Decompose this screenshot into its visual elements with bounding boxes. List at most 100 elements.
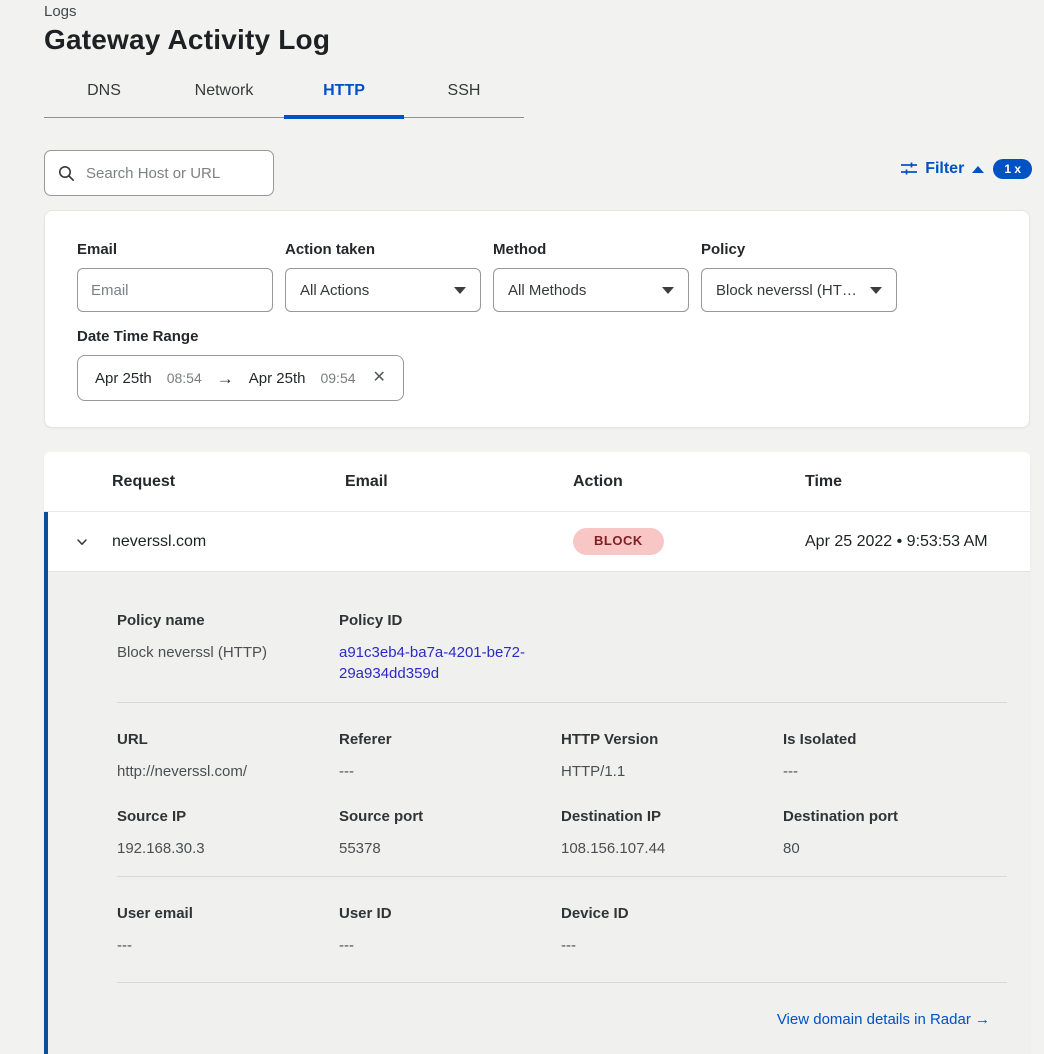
user-id-value: --- (339, 935, 561, 956)
destination-port-cell: Destination port 80 (783, 808, 1005, 859)
policy-name-label: Policy name (117, 612, 339, 629)
view-radar-link[interactable]: View domain details in Radar → (777, 1011, 990, 1028)
referer-value: --- (339, 761, 561, 782)
email-filter-input[interactable] (77, 268, 273, 312)
source-ip-label: Source IP (117, 808, 339, 825)
row-details-panel: Policy name Block neverssl (HTTP) Policy… (48, 572, 1030, 1054)
arrow-right-icon: → (217, 370, 234, 387)
search-box[interactable] (44, 150, 274, 196)
column-header-request: Request (112, 473, 345, 491)
policy-section: Policy name Block neverssl (HTTP) Policy… (117, 612, 1030, 684)
policy-select[interactable]: Block neverssl (HTTP) (701, 268, 897, 312)
device-id-cell: Device ID --- (561, 905, 783, 956)
source-port-cell: Source port 55378 (339, 808, 561, 859)
date-time-range-label: Date Time Range (77, 328, 997, 345)
destination-ip-label: Destination IP (561, 808, 783, 825)
tab-dns[interactable]: DNS (44, 75, 164, 117)
clear-range-icon[interactable]: ✕ (371, 370, 386, 386)
policy-id-label: Policy ID (339, 612, 561, 629)
section-divider (117, 982, 1007, 983)
policy-id-link[interactable]: a91c3eb4-ba7a-4201-be72-29a934dd359d (339, 642, 531, 684)
tab-network[interactable]: Network (164, 75, 284, 117)
url-label: URL (117, 731, 339, 748)
source-port-value: 55378 (339, 838, 561, 859)
block-badge: BLOCK (573, 528, 664, 555)
destination-port-label: Destination port (783, 808, 1005, 825)
breadcrumb[interactable]: Logs (44, 3, 77, 20)
filter-count-badge[interactable]: 1 x (993, 159, 1032, 179)
chevron-down-icon (870, 287, 882, 294)
destination-port-value: 80 (783, 838, 1005, 859)
tab-http[interactable]: HTTP (284, 75, 404, 117)
row-expander[interactable] (48, 534, 112, 550)
gateway-activity-log-page: Logs Gateway Activity Log DNS Network HT… (0, 0, 1044, 1054)
section-divider (117, 702, 1007, 703)
action-taken-field: Action taken All Actions (285, 241, 481, 312)
chevron-down-icon (454, 287, 466, 294)
range-start-date: Apr 25th (95, 370, 152, 387)
user-id-label: User ID (339, 905, 561, 922)
radar-link-row: View domain details in Radar → (117, 1011, 1030, 1029)
range-start-time: 08:54 (167, 370, 202, 386)
table-header-row: Request Email Action Time (44, 452, 1030, 512)
http-version-cell: HTTP Version HTTP/1.1 (561, 731, 783, 782)
tab-bar: DNS Network HTTP SSH (44, 75, 524, 118)
method-label: Method (493, 241, 689, 258)
policy-field: Policy Block neverssl (HTTP) (701, 241, 897, 312)
filter-button[interactable]: Filter (901, 160, 984, 178)
row-request: neverssl.com (112, 533, 345, 551)
network-section: Source IP 192.168.30.3 Source port 55378… (117, 808, 1030, 859)
is-isolated-label: Is Isolated (783, 731, 1005, 748)
source-ip-value: 192.168.30.3 (117, 838, 339, 859)
filter-panel: Email Action taken All Actions Method Al… (44, 210, 1030, 428)
email-filter-label: Email (77, 241, 273, 258)
url-cell: URL http://neverssl.com/ (117, 731, 339, 782)
referer-cell: Referer --- (339, 731, 561, 782)
user-email-label: User email (117, 905, 339, 922)
method-select[interactable]: All Methods (493, 268, 689, 312)
search-input[interactable] (84, 164, 260, 183)
filter-icon (901, 162, 917, 176)
is-isolated-cell: Is Isolated --- (783, 731, 1005, 782)
user-section: User email --- User ID --- Device ID --- (117, 905, 1030, 956)
http-section: URL http://neverssl.com/ Referer --- HTT… (117, 731, 1030, 782)
table-row[interactable]: neverssl.com BLOCK Apr 25 2022 • 9:53:53… (48, 512, 1030, 572)
source-port-label: Source port (339, 808, 561, 825)
section-divider (117, 876, 1007, 877)
method-field: Method All Methods (493, 241, 689, 312)
source-ip-cell: Source IP 192.168.30.3 (117, 808, 339, 859)
action-taken-label: Action taken (285, 241, 481, 258)
filter-button-label: Filter (925, 160, 964, 178)
column-header-time: Time (805, 473, 1030, 491)
device-id-value: --- (561, 935, 783, 956)
user-id-cell: User ID --- (339, 905, 561, 956)
policy-name-cell: Policy name Block neverssl (HTTP) (117, 612, 339, 684)
url-value: http://neverssl.com/ (117, 761, 339, 782)
row-time: Apr 25 2022 • 9:53:53 AM (805, 533, 1030, 551)
action-taken-value: All Actions (300, 282, 369, 299)
search-icon (58, 165, 75, 182)
column-header-action: Action (573, 473, 805, 491)
method-value: All Methods (508, 282, 586, 299)
date-time-range-picker[interactable]: Apr 25th 08:54 → Apr 25th 09:54 ✕ (77, 355, 404, 401)
row-action: BLOCK (573, 528, 805, 555)
filter-cluster: Filter 1 x (901, 159, 1032, 179)
policy-value: Block neverssl (HTTP) (716, 282, 864, 299)
chevron-down-icon (662, 287, 674, 294)
destination-ip-cell: Destination IP 108.156.107.44 (561, 808, 783, 859)
user-email-value: --- (117, 935, 339, 956)
device-id-label: Device ID (561, 905, 783, 922)
range-end-time: 09:54 (320, 370, 355, 386)
http-version-value: HTTP/1.1 (561, 761, 783, 782)
destination-ip-value: 108.156.107.44 (561, 838, 783, 859)
tab-ssh[interactable]: SSH (404, 75, 524, 117)
expanded-row-group: neverssl.com BLOCK Apr 25 2022 • 9:53:53… (44, 512, 1030, 1054)
log-table: Request Email Action Time neverssl.com B… (44, 452, 1030, 1054)
chevron-up-icon (972, 166, 984, 173)
empty-cell (783, 905, 1005, 956)
email-filter-field: Email (77, 241, 273, 312)
policy-name-value: Block neverssl (HTTP) (117, 642, 339, 663)
page-title: Gateway Activity Log (44, 24, 330, 56)
policy-id-cell: Policy ID a91c3eb4-ba7a-4201-be72-29a934… (339, 612, 561, 684)
action-taken-select[interactable]: All Actions (285, 268, 481, 312)
